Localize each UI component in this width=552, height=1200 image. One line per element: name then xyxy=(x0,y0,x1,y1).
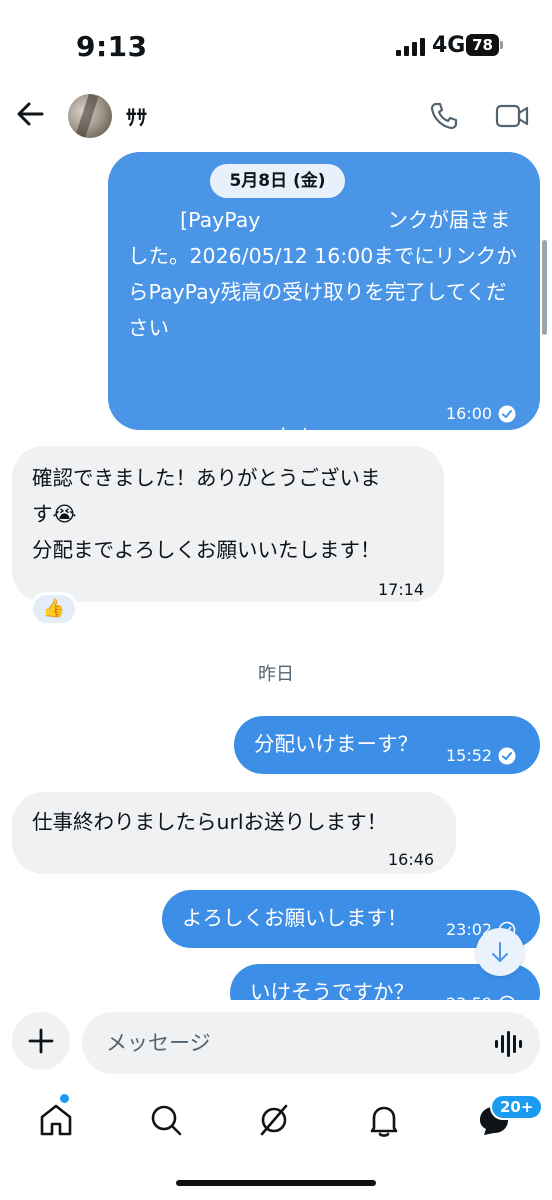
plus-icon xyxy=(28,1028,54,1054)
contact-name[interactable]: ｻｻ xyxy=(126,102,147,132)
message-text: 仕事終わりましたらurlお送りします！ xyxy=(32,810,388,834)
message-text: [PayPay xyxy=(180,208,261,232)
message-text: よろしくお願いします！ xyxy=(182,906,408,930)
message-time: 16:46 xyxy=(388,850,435,869)
read-check-icon xyxy=(498,747,516,765)
day-separator: 昨日 xyxy=(258,664,294,685)
message-text-line-1: 確認できました！ありがとうございま xyxy=(32,466,381,490)
reaction-thumbs-up[interactable]: 👍 xyxy=(30,592,78,626)
network-label: 4G xyxy=(432,33,466,58)
message-time: 16:00 xyxy=(446,404,493,423)
incoming-message[interactable]: 仕事終わりましたらurlお送りします！ 16:46 xyxy=(12,792,456,874)
message-time: 17:14 xyxy=(378,580,425,599)
battery-level: 78 xyxy=(472,36,493,54)
message-time: 15:52 xyxy=(446,746,493,765)
message-meta: 23:59 xyxy=(446,986,516,1000)
bottom-navigation: 20+ xyxy=(0,1088,552,1158)
status-bar: 9:13 4G 78 xyxy=(0,0,552,90)
outgoing-message[interactable]: 分配いけまーす？ 15:52 xyxy=(234,716,540,774)
status-time: 9:13 xyxy=(76,30,148,63)
video-call-icon[interactable] xyxy=(494,100,530,132)
message-meta: 16:00 xyxy=(446,396,516,432)
phone-icon[interactable] xyxy=(428,100,460,132)
grok-icon[interactable] xyxy=(254,1100,294,1140)
message-input[interactable] xyxy=(82,1012,540,1074)
voice-message-icon[interactable] xyxy=(494,1030,524,1058)
dm-conversation-screen: 9:13 4G 78 ｻｻ [PayPay ンクが届きました。2026/05/1… xyxy=(0,0,552,1200)
message-time: 23:59 xyxy=(446,986,492,1000)
chat-header: ｻｻ xyxy=(0,86,552,146)
date-chip: 5月8日 (金) xyxy=(210,164,345,198)
scroll-to-bottom-button[interactable] xyxy=(476,928,524,976)
incoming-message[interactable]: 確認できました！ありがとうございま す😭 分配までよろしくお願いいたします！ 1… xyxy=(12,446,444,602)
home-indicator xyxy=(176,1180,376,1186)
back-arrow-icon[interactable] xyxy=(12,96,48,132)
read-check-icon xyxy=(499,995,515,1000)
read-check-icon xyxy=(498,405,516,423)
message-text-line-2: す😭 xyxy=(32,502,77,526)
message-list[interactable]: [PayPay ンクが届きました。2026/05/12 16:00までにリンクから… xyxy=(0,140,552,1000)
home-icon[interactable] xyxy=(36,1100,76,1140)
message-meta: 17:14 xyxy=(378,572,424,608)
notifications-bell-icon[interactable] xyxy=(364,1100,404,1140)
battery-icon: 78 xyxy=(466,34,504,56)
contact-avatar[interactable] xyxy=(68,94,112,138)
arrow-down-icon xyxy=(492,942,508,962)
message-text: いけそうですか？ xyxy=(250,980,414,1000)
message-composer xyxy=(0,1008,552,1080)
home-notification-dot xyxy=(60,1094,69,1103)
signal-icon xyxy=(396,38,425,56)
messages-badge: 20+ xyxy=(490,1094,544,1120)
add-attachment-button[interactable] xyxy=(12,1012,70,1070)
search-icon[interactable] xyxy=(146,1100,186,1140)
message-meta: 16:46 xyxy=(388,842,434,878)
scrollbar[interactable] xyxy=(542,240,547,335)
message-meta: 15:52 xyxy=(446,738,516,774)
message-text-line-3: 分配までよろしくお願いいたします！ xyxy=(32,538,381,562)
message-text: 分配いけまーす？ xyxy=(254,732,418,756)
